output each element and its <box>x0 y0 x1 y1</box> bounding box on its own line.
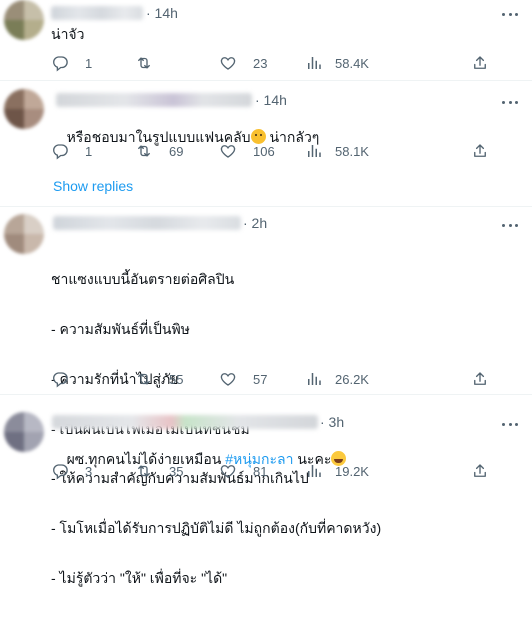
like-count: 106 <box>253 143 275 159</box>
action-bar: 1 69 106 58.1K <box>51 142 441 162</box>
avatar[interactable] <box>4 214 44 254</box>
reply-button[interactable]: 1 <box>51 54 92 72</box>
reply-count: 3 <box>85 463 93 479</box>
author-name-redacted[interactable] <box>51 6 143 20</box>
retweet-icon <box>135 142 153 160</box>
author-name-redacted[interactable] <box>52 415 318 429</box>
reply-button[interactable]: 3 <box>51 462 92 480</box>
share-button[interactable] <box>471 54 489 77</box>
reply-icon <box>51 54 69 72</box>
more-icon[interactable] <box>502 97 518 107</box>
more-icon[interactable] <box>502 9 518 19</box>
reply-text: น่าจัว <box>51 26 85 42</box>
views-button[interactable]: 58.4K <box>305 54 369 72</box>
retweet-count: 35 <box>169 463 184 479</box>
reply-icon <box>51 462 69 480</box>
share-button[interactable] <box>471 142 489 165</box>
views-count: 58.4K <box>335 55 369 71</box>
like-button[interactable]: 106 <box>219 142 275 160</box>
views-icon <box>305 370 323 388</box>
more-icon[interactable] <box>502 220 518 230</box>
share-button[interactable] <box>471 370 489 393</box>
views-count: 26.2K <box>335 371 369 387</box>
retweet-count: 69 <box>169 143 184 159</box>
share-icon <box>471 142 489 160</box>
reply-count: 1 <box>85 143 93 159</box>
views-button[interactable]: 58.1K <box>305 142 369 160</box>
like-button[interactable]: 57 <box>219 370 267 388</box>
share-icon <box>471 370 489 388</box>
timestamp[interactable]: · 14h <box>255 92 287 108</box>
retweet-icon <box>135 54 153 72</box>
reply-button[interactable] <box>51 370 85 388</box>
like-icon <box>219 462 237 480</box>
share-icon <box>471 54 489 72</box>
avatar[interactable] <box>4 89 44 129</box>
reply-icon <box>51 370 69 388</box>
action-bar: 1 23 58.4K <box>51 54 441 74</box>
avatar[interactable] <box>4 0 44 40</box>
retweet-button[interactable]: 69 <box>135 142 183 160</box>
action-bar: 55 57 26.2K <box>51 370 441 390</box>
timestamp[interactable]: · 2h <box>243 215 267 231</box>
share-button[interactable] <box>471 462 489 485</box>
text-line: - ไม่รู้ตัวว่า "ให้" เพื่อที่จะ "ได้" <box>51 569 228 586</box>
text-line: ชาแซงแบบนี้อันตรายต่อศิลปิน <box>51 271 235 288</box>
more-icon[interactable] <box>502 419 518 429</box>
views-button[interactable]: 19.2K <box>305 462 369 480</box>
views-icon <box>305 142 323 160</box>
action-bar: 3 35 81 19.2K <box>51 462 441 482</box>
timestamp[interactable]: · 14h <box>146 5 178 21</box>
views-button[interactable]: 26.2K <box>305 370 369 388</box>
retweet-button[interactable] <box>135 54 169 72</box>
like-icon <box>219 142 237 160</box>
reply-4: · 3h ผซ.ทุกคนไม่ได้ง่ายเหมือน #หนุ่มกะลา… <box>0 394 532 489</box>
like-count: 81 <box>253 463 268 479</box>
avatar[interactable] <box>4 412 44 452</box>
views-count: 19.2K <box>335 463 369 479</box>
reply-1: · 14h น่าจัว 1 23 58.4K <box>0 0 532 80</box>
author-name-redacted[interactable] <box>56 93 252 107</box>
reply-button[interactable]: 1 <box>51 142 92 160</box>
like-count: 23 <box>253 55 268 71</box>
retweet-count: 55 <box>169 371 184 387</box>
show-replies-link[interactable]: Show replies <box>53 178 133 194</box>
retweet-button[interactable]: 35 <box>135 462 183 480</box>
retweet-button[interactable]: 55 <box>135 370 183 388</box>
views-count: 58.1K <box>335 143 369 159</box>
views-icon <box>305 54 323 72</box>
like-count: 57 <box>253 371 268 387</box>
reply-count: 1 <box>85 55 93 71</box>
share-icon <box>471 462 489 480</box>
author-name-redacted[interactable] <box>53 216 241 230</box>
like-button[interactable]: 23 <box>219 54 267 72</box>
like-icon <box>219 370 237 388</box>
like-icon <box>219 54 237 72</box>
retweet-icon <box>135 462 153 480</box>
reply-icon <box>51 142 69 160</box>
text-line: - โมโหเมื่อได้รับการปฏิบัติไม่ดี ไม่ถูกต… <box>51 520 382 537</box>
reply-3: · 2h ชาแซงแบบนี้อันตรายต่อศิลปิน - ความส… <box>0 206 532 586</box>
timestamp[interactable]: · 3h <box>320 414 344 430</box>
like-button[interactable]: 81 <box>219 462 267 480</box>
text-line: - ความสัมพันธ์ที่เป็นพิษ <box>51 320 190 337</box>
views-icon <box>305 462 323 480</box>
retweet-icon <box>135 370 153 388</box>
